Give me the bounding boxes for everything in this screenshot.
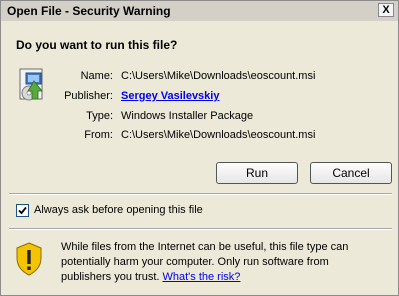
always-ask-label[interactable]: Always ask before opening this file: [34, 204, 203, 216]
from-value: C:\Users\Mike\Downloads\eoscount.msi: [121, 129, 316, 141]
publisher-label: Publisher:: [64, 90, 113, 102]
publisher-row: Publisher: Sergey Vasilevskiy: [1, 90, 399, 104]
type-value: Windows Installer Package: [121, 110, 254, 122]
run-button[interactable]: Run: [216, 162, 298, 184]
whats-the-risk-link[interactable]: What's the risk?: [163, 271, 241, 283]
checkmark-icon: [18, 206, 27, 215]
warning-shield-icon: [16, 242, 42, 276]
divider: [9, 193, 392, 195]
divider: [9, 228, 392, 230]
warning-message: While files from the Internet can be use…: [61, 240, 381, 285]
type-label: Type:: [86, 110, 113, 122]
name-row: Name: C:\Users\Mike\Downloads\eoscount.m…: [1, 70, 399, 84]
security-warning-dialog: Open File - Security Warning X Do you wa…: [0, 0, 399, 296]
cancel-button[interactable]: Cancel: [310, 162, 392, 184]
name-label: Name:: [80, 70, 113, 82]
close-button[interactable]: X: [378, 3, 394, 17]
from-label: From:: [84, 129, 113, 141]
from-row: From: C:\Users\Mike\Downloads\eoscount.m…: [1, 129, 399, 143]
title-bar[interactable]: Open File - Security Warning X: [1, 1, 398, 21]
publisher-link[interactable]: Sergey Vasilevskiy: [121, 90, 219, 102]
dialog-question: Do you want to run this file?: [16, 38, 178, 52]
type-row: Type: Windows Installer Package: [1, 110, 399, 124]
always-ask-checkbox[interactable]: [16, 204, 29, 217]
close-icon: X: [382, 4, 390, 16]
name-value: C:\Users\Mike\Downloads\eoscount.msi: [121, 70, 316, 82]
window-title: Open File - Security Warning: [7, 4, 171, 18]
